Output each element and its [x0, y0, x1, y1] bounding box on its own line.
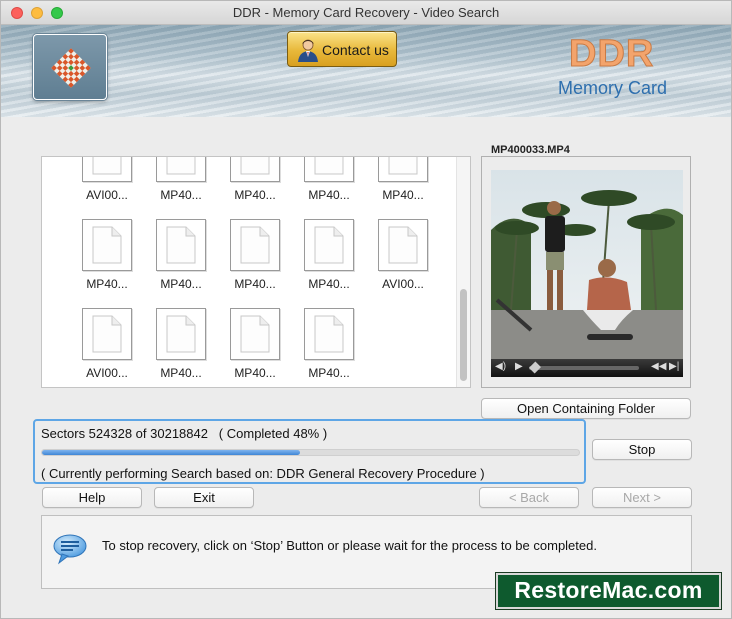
file-item[interactable]: MP40...	[224, 219, 286, 299]
file-icon	[304, 219, 354, 271]
file-item[interactable]: AVI00...	[76, 157, 138, 210]
help-button[interactable]: Help	[42, 487, 142, 508]
brand-title: DDR	[568, 33, 655, 76]
preview-filename: MP400033.MP4	[491, 144, 570, 156]
file-icon	[82, 157, 132, 182]
sectors-progress-text: Sectors 524328 of 30218842 ( Completed 4…	[41, 426, 328, 441]
file-item[interactable]: MP40...	[298, 219, 360, 299]
back-button[interactable]: < Back	[479, 487, 579, 508]
progress-bar-fill	[42, 450, 300, 455]
file-name: AVI00...	[86, 366, 128, 380]
file-item[interactable]: MP40...	[76, 219, 138, 299]
file-icon	[304, 308, 354, 360]
file-icon	[156, 308, 206, 360]
play-icon[interactable]: ▶	[515, 361, 523, 372]
file-name: AVI00...	[382, 277, 424, 291]
open-containing-folder-button[interactable]: Open Containing Folder	[481, 398, 691, 419]
app-window: DDR - Memory Card Recovery - Video Searc…	[0, 0, 732, 619]
video-player-controls: ◀) ▶ ◀◀ ▶|	[491, 359, 683, 377]
file-item[interactable]: MP40...	[372, 157, 434, 210]
file-name: MP40...	[308, 188, 350, 202]
file-name: MP40...	[234, 277, 276, 291]
scrollbar-thumb[interactable]	[460, 289, 467, 381]
file-name: MP40...	[234, 366, 276, 380]
file-item[interactable]: MP40...	[298, 308, 360, 387]
window-title: DDR - Memory Card Recovery - Video Searc…	[232, 5, 500, 20]
file-name: MP40...	[86, 277, 128, 291]
file-name: MP40...	[234, 188, 276, 202]
volume-icon[interactable]: ◀)	[495, 361, 506, 372]
video-seek-knob[interactable]	[528, 361, 542, 374]
video-preview-frame	[491, 170, 683, 359]
title-bar: DDR - Memory Card Recovery - Video Searc…	[1, 1, 731, 25]
file-icon	[378, 219, 428, 271]
file-icon	[82, 308, 132, 360]
video-thumbnail-image	[491, 170, 683, 359]
file-name: MP40...	[160, 277, 202, 291]
file-grid-scrollbar[interactable]	[456, 157, 470, 387]
file-item[interactable]: MP40...	[224, 157, 286, 210]
contact-us-button[interactable]: Contact us	[287, 31, 397, 67]
file-grid[interactable]: AVI00... MP40... MP40... MP40... MP40... MP40…	[41, 156, 471, 388]
file-name: MP40...	[160, 188, 202, 202]
app-logo	[33, 34, 107, 100]
file-icon	[304, 157, 354, 182]
main-content: AVI00... MP40... MP40... MP40... MP40... MP40…	[1, 118, 731, 618]
file-icon	[230, 219, 280, 271]
file-item[interactable]: MP40...	[224, 308, 286, 387]
checker-logo-icon	[51, 48, 91, 88]
file-icon	[230, 157, 280, 182]
file-item[interactable]: MP40...	[298, 157, 360, 210]
file-item[interactable]: MP40...	[150, 308, 212, 387]
watermark-badge: RestoreMac.com	[496, 573, 721, 609]
file-icon	[230, 308, 280, 360]
video-preview-panel: ◀) ▶ ◀◀ ▶|	[481, 156, 691, 388]
file-icon	[156, 157, 206, 182]
person-icon	[298, 39, 318, 62]
video-seek-bar[interactable]	[529, 366, 639, 370]
exit-button[interactable]: Exit	[154, 487, 254, 508]
file-icon	[82, 219, 132, 271]
file-item[interactable]: MP40...	[150, 219, 212, 299]
file-item[interactable]: AVI00...	[372, 219, 434, 299]
file-name: MP40...	[308, 277, 350, 291]
speech-bubble-icon	[53, 534, 87, 565]
stop-button[interactable]: Stop	[592, 439, 692, 460]
progress-panel: Sectors 524328 of 30218842 ( Completed 4…	[33, 419, 586, 484]
next-button[interactable]: Next >	[592, 487, 692, 508]
brand-subtitle: Memory Card	[558, 78, 668, 98]
forward-icon[interactable]: ▶|	[669, 361, 679, 372]
file-name: MP40...	[308, 366, 350, 380]
file-item[interactable]: MP40...	[150, 157, 212, 210]
file-name: MP40...	[382, 188, 424, 202]
info-message: To stop recovery, click on ‘Stop’ Button…	[102, 538, 597, 553]
file-name: AVI00...	[86, 188, 128, 202]
file-icon	[378, 157, 428, 182]
file-icon	[156, 219, 206, 271]
file-name: MP40...	[160, 366, 202, 380]
header-banner: Contact us DDR Memory Card	[1, 25, 731, 117]
rewind-icon[interactable]: ◀◀	[651, 361, 666, 372]
search-status-text: ( Currently performing Search based on: …	[41, 466, 485, 481]
contact-us-label: Contact us	[322, 42, 389, 58]
file-item[interactable]: AVI00...	[76, 308, 138, 387]
progress-bar	[41, 449, 580, 456]
